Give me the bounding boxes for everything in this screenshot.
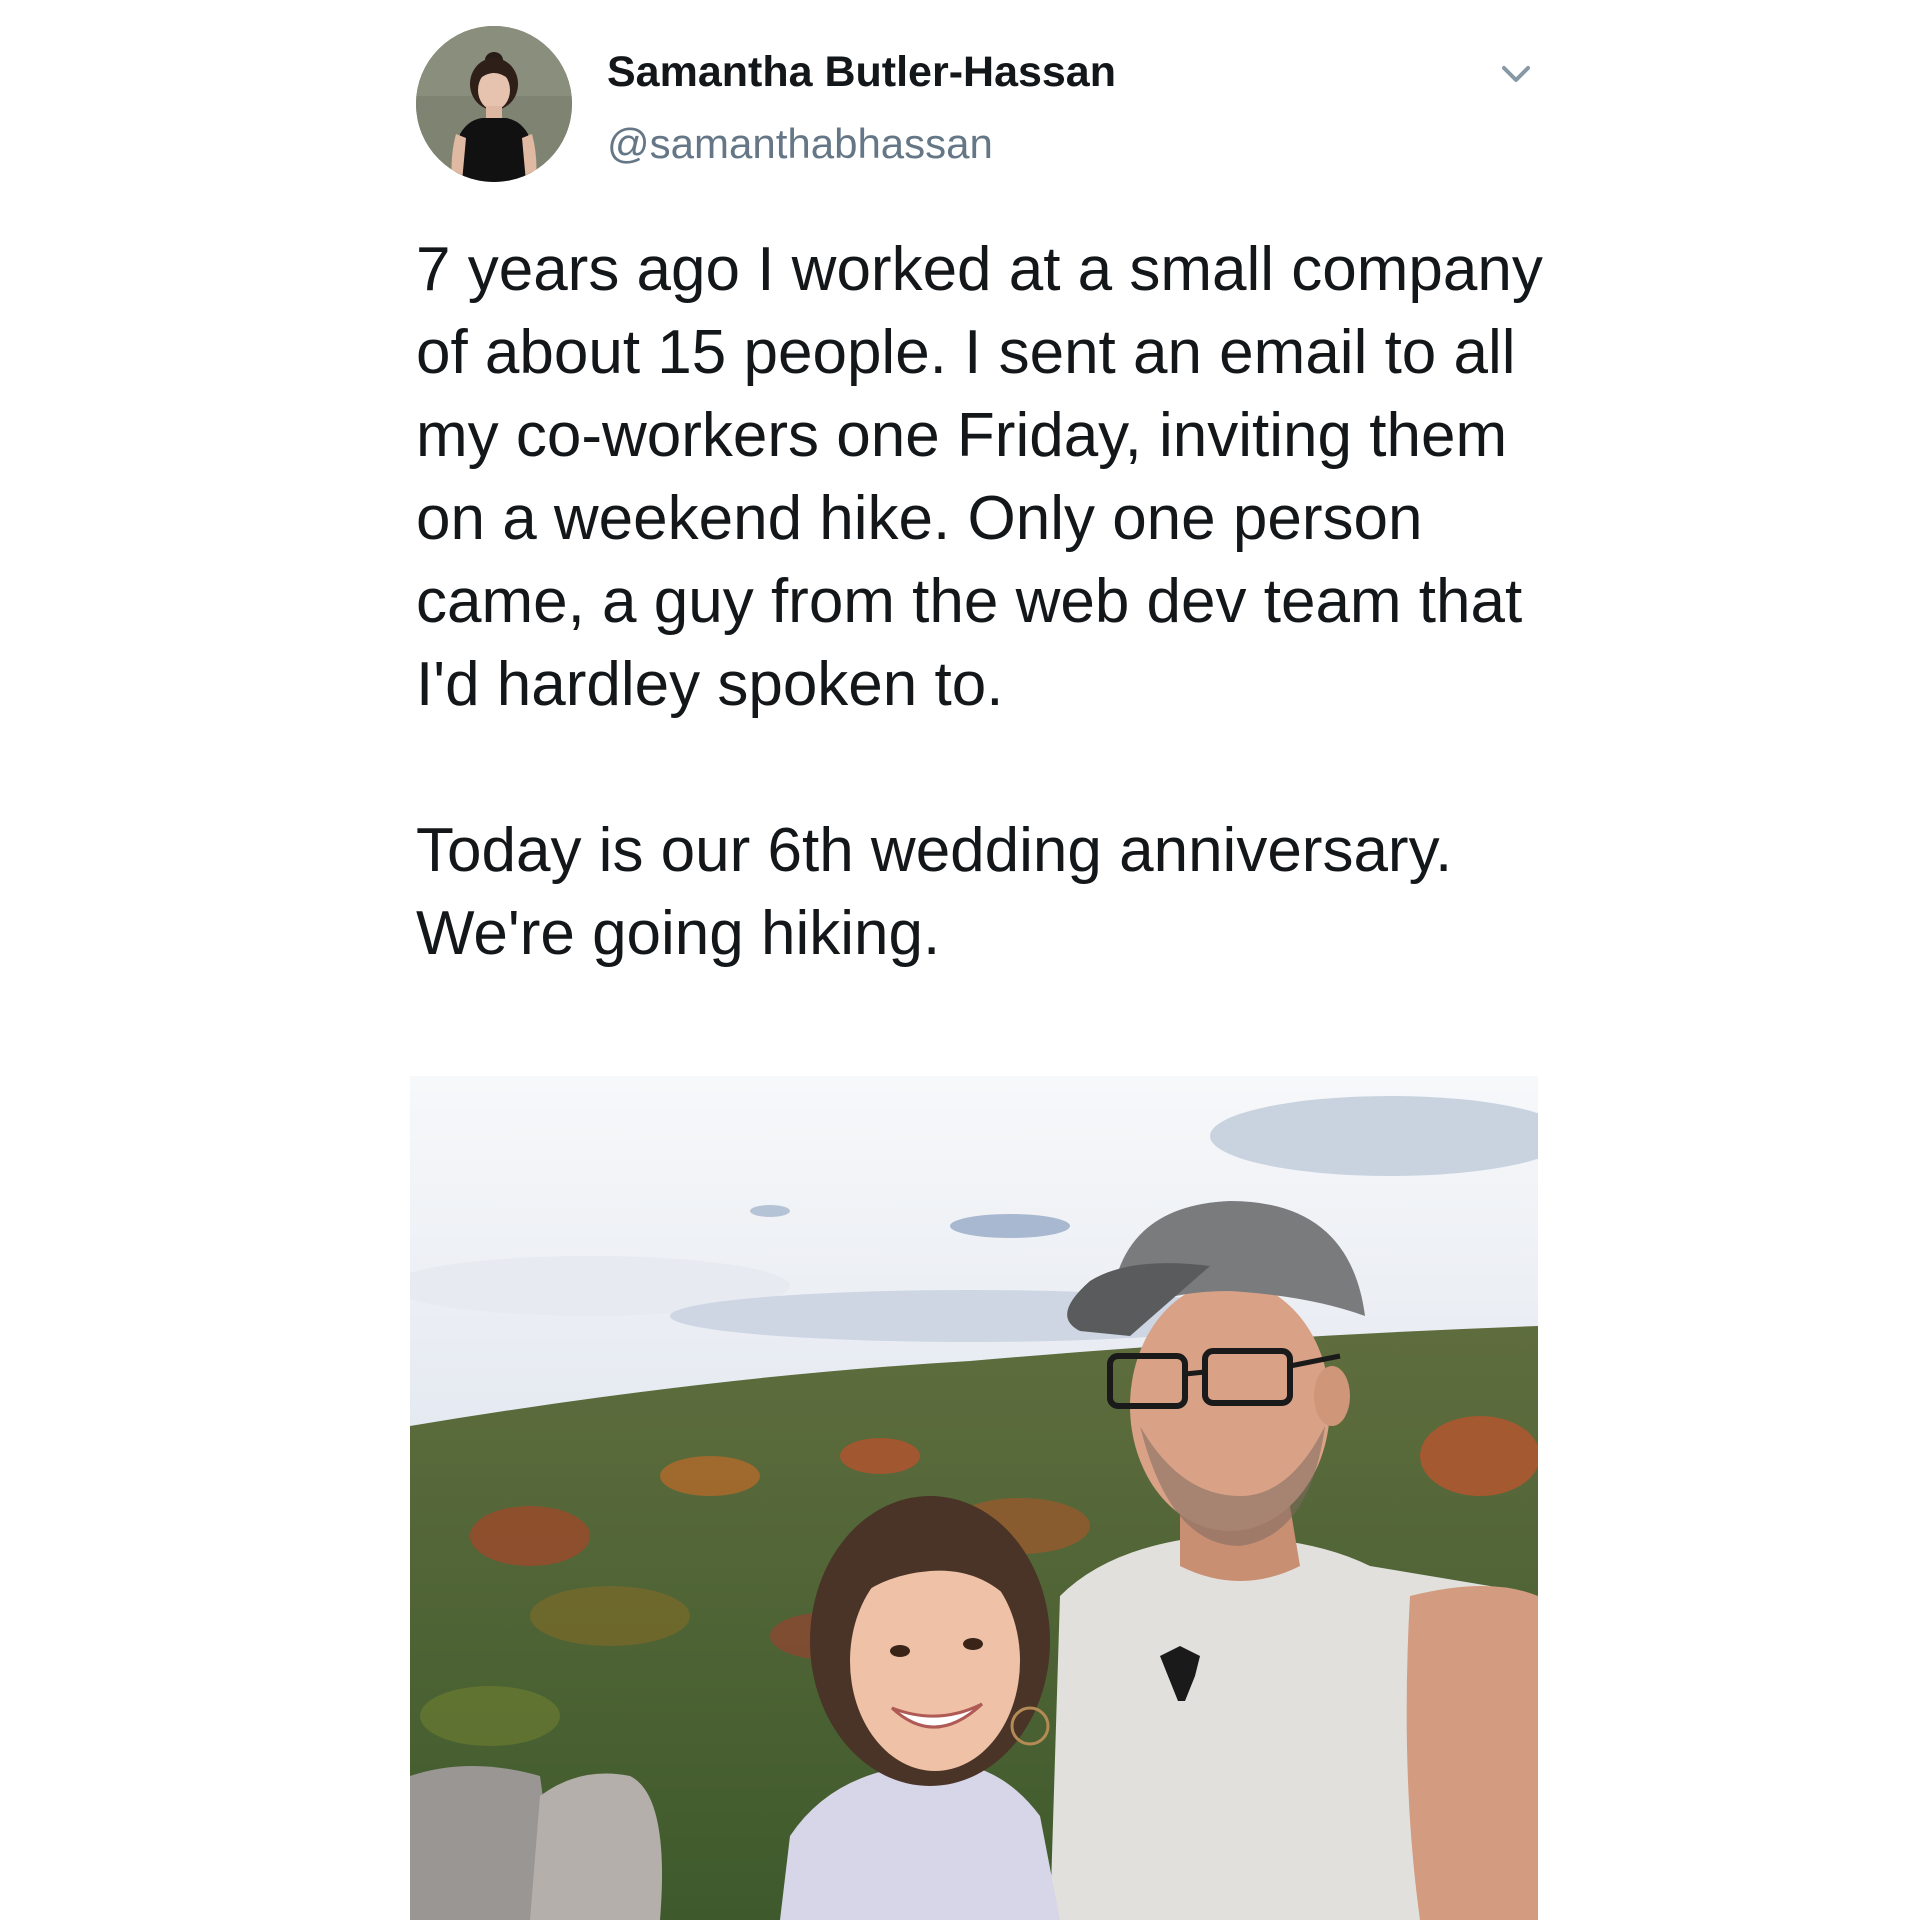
tweet-text: 7 years ago I worked at a small company … <box>416 228 1546 975</box>
author-display-name[interactable]: Samantha Butler-Hassan <box>607 44 1116 100</box>
tweet-paragraph: 7 years ago I worked at a small company … <box>416 235 1543 719</box>
tweet: Samantha Butler-Hassan @samanthabhassan … <box>0 0 1920 1920</box>
tweet-paragraph: Today is our 6th wedding anniversary. We… <box>416 816 1453 968</box>
author-handle[interactable]: @samanthabhassan <box>607 116 993 172</box>
chevron-down-icon[interactable] <box>1494 52 1538 96</box>
avatar[interactable] <box>416 26 572 182</box>
tweet-photo[interactable] <box>410 1076 1538 1920</box>
hiking-selfie-image <box>410 1076 1538 1920</box>
profile-photo <box>416 26 572 182</box>
